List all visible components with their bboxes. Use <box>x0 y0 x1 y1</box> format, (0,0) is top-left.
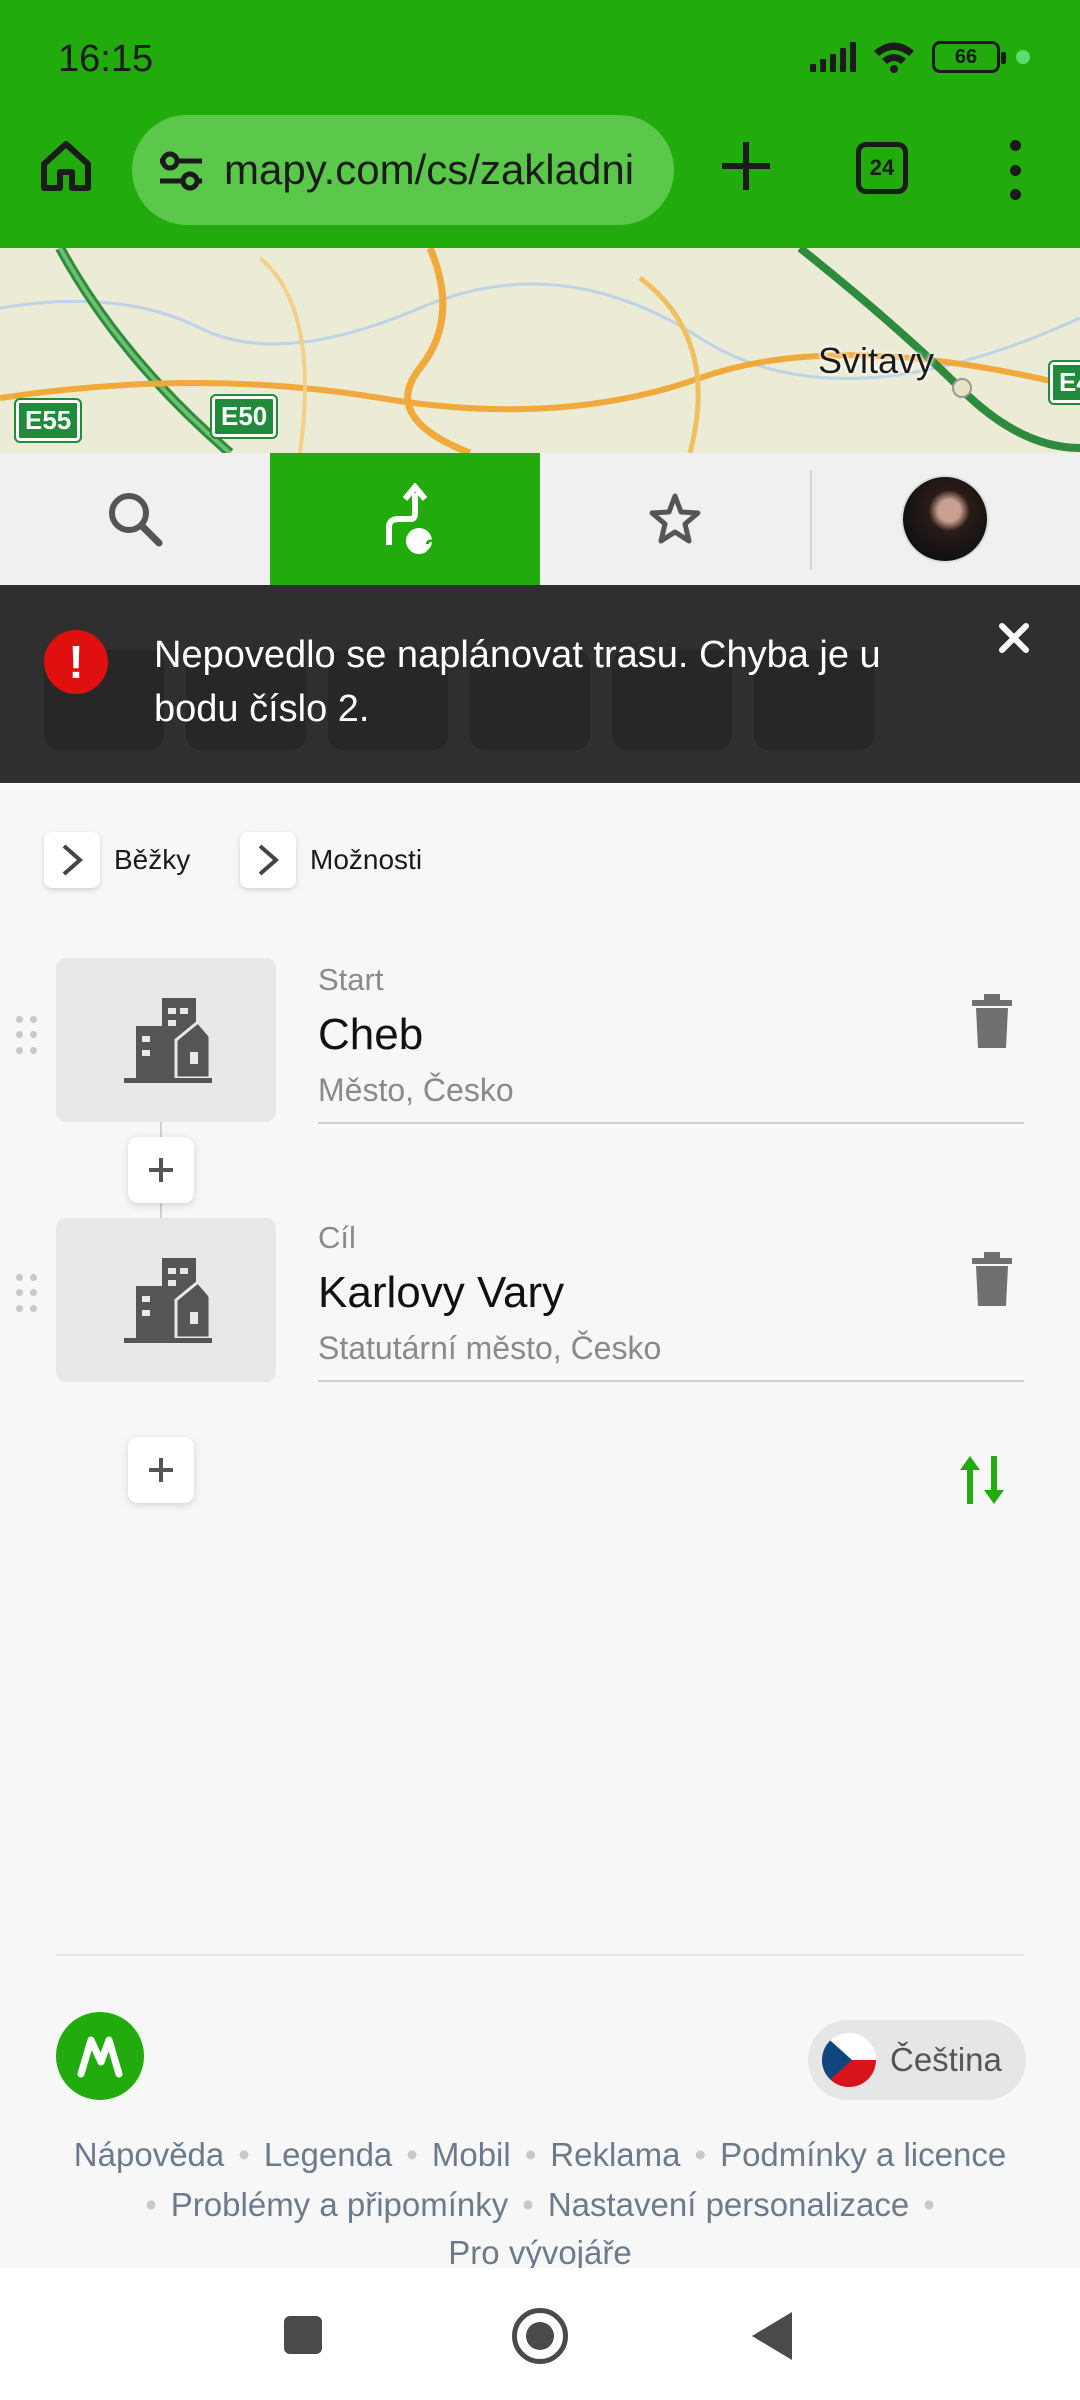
tab-switcher-button[interactable]: 24 <box>856 142 908 194</box>
error-message: Nepovedlo se naplánovat trasu. Chyba je … <box>154 634 881 730</box>
home-icon <box>41 141 91 191</box>
drag-handle-icon[interactable] <box>16 1274 40 1314</box>
add-waypoint-button[interactable] <box>128 1137 194 1203</box>
footer-link-legend[interactable]: Legenda <box>264 2136 392 2173</box>
url-text: mapy.com/cs/zakladni <box>224 146 635 193</box>
footer-link-feedback[interactable]: Problémy a připomínky <box>171 2186 508 2223</box>
wifi-icon <box>874 42 914 73</box>
home-nav-button[interactable] <box>512 2308 568 2364</box>
close-icon[interactable] <box>994 618 1034 658</box>
language-switcher[interactable]: Čeština <box>808 2020 1026 2100</box>
footer-link-terms[interactable]: Podmínky a licence <box>720 2136 1006 2173</box>
app-tab-bar: 2 <box>0 453 1080 585</box>
footer-links-row-3: Pro vývojáře <box>40 2234 1040 2272</box>
privacy-indicator <box>1016 50 1030 64</box>
error-icon: ! <box>44 630 108 694</box>
tab-search[interactable] <box>0 453 270 585</box>
road-label-e4: E4 <box>1048 360 1080 405</box>
browser-toolbar: 16:15 66 mapy.com/cs/zakladni 24 <box>0 0 1080 248</box>
waypoint-name[interactable]: Cheb <box>318 1010 423 1060</box>
star-icon <box>649 493 701 544</box>
city-icon <box>124 1258 212 1343</box>
home-button[interactable] <box>34 134 98 198</box>
mapy-logo[interactable] <box>56 2012 144 2100</box>
footer-links-row-2: • Problémy a připomínky • Nastavení persona… <box>145 2186 935 2223</box>
footer-links-row-1: Nápověda • Legenda • Mobil • Reklama • Podmínky … <box>73 2136 1007 2173</box>
footer-link-personalization[interactable]: Nastavení personalizace <box>548 2186 909 2223</box>
waypoint-name[interactable]: Karlovy Vary <box>318 1268 564 1318</box>
waypoint-thumbnail <box>56 1218 276 1382</box>
mapy-logo-icon <box>77 2036 123 2078</box>
footer-link-help[interactable]: Nápověda <box>74 2136 224 2173</box>
status-time: 16:15 <box>58 38 154 80</box>
mode-option-label: Běžky <box>114 844 191 875</box>
tab-route[interactable]: 2 <box>270 453 540 585</box>
footer-link-mobile[interactable]: Mobil <box>432 2136 511 2173</box>
signal-icon <box>810 42 856 72</box>
road-label-e50: E50 <box>209 394 279 439</box>
swap-waypoints-icon[interactable] <box>956 1452 1008 1508</box>
tab-favorites[interactable] <box>540 453 810 585</box>
add-waypoint-button[interactable] <box>128 1437 194 1503</box>
footer-link-developers[interactable]: Pro vývojáře <box>448 2234 631 2271</box>
map-city-label: Svitavy <box>818 340 935 381</box>
chevron-right-icon <box>44 832 100 888</box>
mode-option[interactable]: Běžky <box>44 832 190 888</box>
waypoint-thumbnail <box>56 958 276 1122</box>
options-label: Možnosti <box>310 844 423 875</box>
tab-divider <box>810 470 812 570</box>
options-toggle[interactable]: Možnosti <box>240 832 422 888</box>
back-button[interactable] <box>752 2312 792 2360</box>
site-settings-icon[interactable] <box>156 145 206 195</box>
road-label-e55: E55 <box>13 398 83 443</box>
chevron-right-icon <box>240 832 296 888</box>
delete-icon[interactable] <box>970 994 1014 1048</box>
status-icons: 66 <box>810 40 1030 74</box>
plus-icon <box>149 1458 173 1482</box>
new-tab-icon[interactable] <box>716 136 776 196</box>
delete-icon[interactable] <box>970 1252 1014 1306</box>
drag-handle-icon[interactable] <box>16 1016 40 1056</box>
tab-account[interactable] <box>810 453 1080 585</box>
czech-flag-icon <box>822 2033 876 2087</box>
browser-menu-button[interactable] <box>1000 140 1030 200</box>
route-badge: 2 <box>424 535 438 560</box>
city-icon <box>124 998 212 1083</box>
waypoint-subtitle: Město, Česko <box>318 1072 514 1108</box>
battery-icon: 66 <box>932 41 1006 73</box>
recents-button[interactable] <box>284 2316 322 2354</box>
waypoint-role: Cíl <box>318 1220 356 1255</box>
search-icon <box>109 493 163 547</box>
waypoint-underline <box>318 1122 1024 1124</box>
avatar <box>901 475 989 563</box>
waypoint-subtitle: Statutární město, Česko <box>318 1330 662 1366</box>
plus-icon <box>149 1158 173 1182</box>
waypoint-role: Start <box>318 962 384 997</box>
map-view[interactable]: Svitavy E55 E50 E4 <box>0 248 1080 453</box>
address-bar[interactable]: mapy.com/cs/zakladni <box>132 115 674 225</box>
waypoint-underline <box>318 1380 1024 1382</box>
footer-link-ads[interactable]: Reklama <box>550 2136 680 2173</box>
language-label: Čeština <box>890 2041 1002 2078</box>
footer-divider <box>56 1954 1024 1956</box>
